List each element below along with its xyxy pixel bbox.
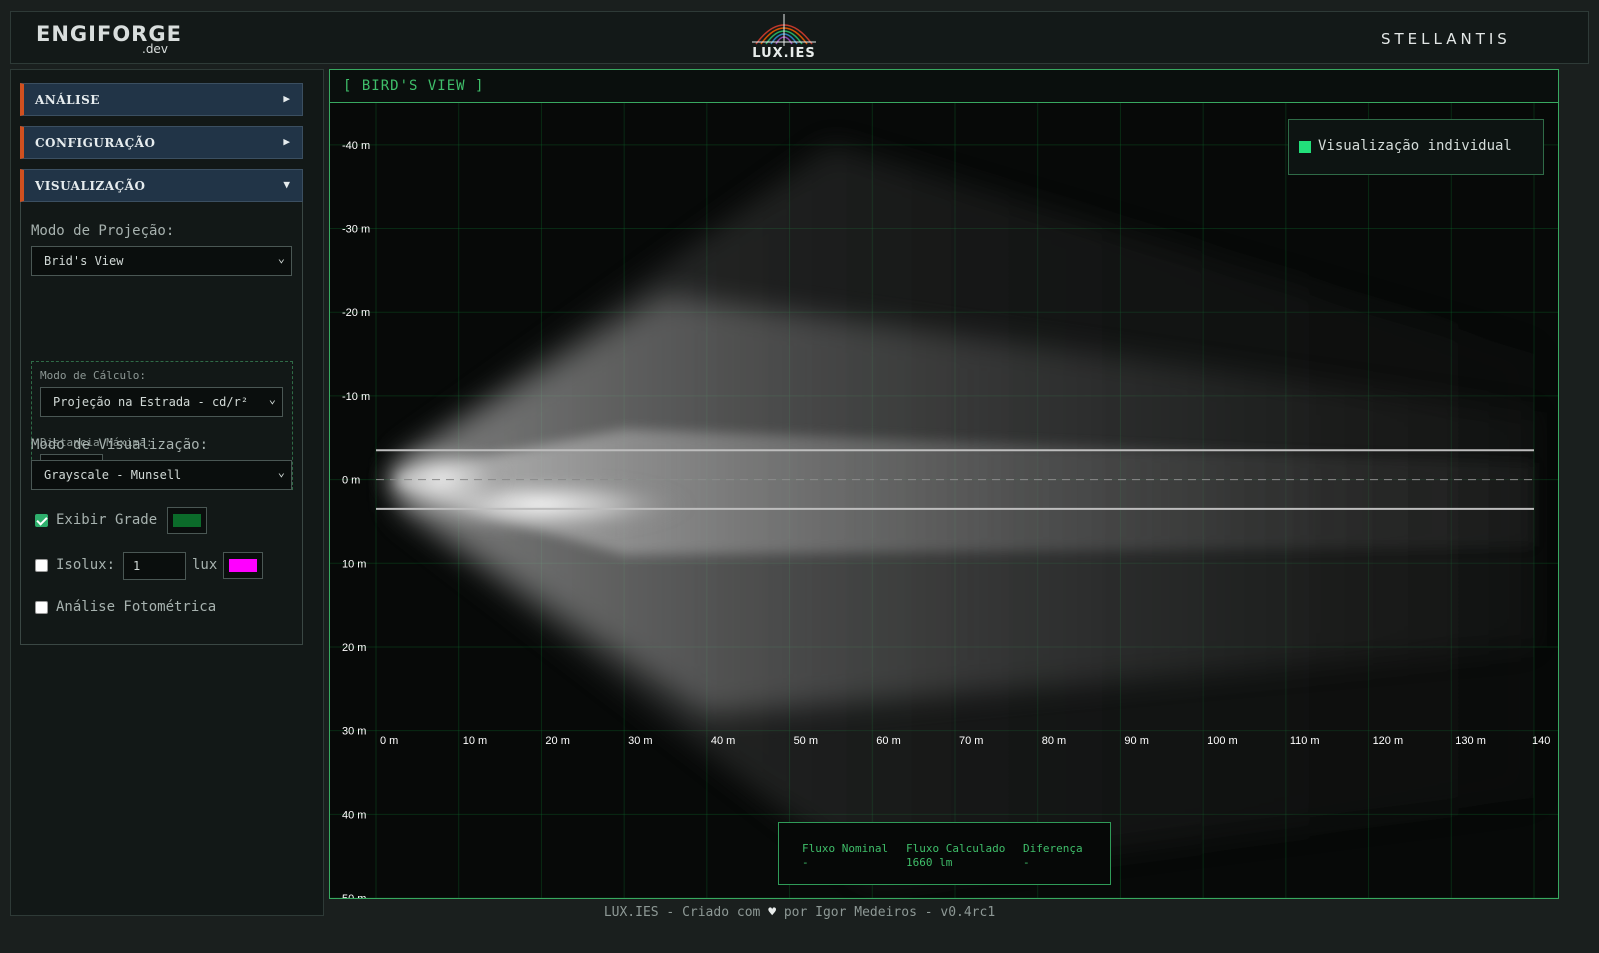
chevron-down-icon: ▼: [283, 178, 290, 191]
projection-mode-value: Brid's View: [44, 254, 124, 268]
photometric-analysis-checkbox[interactable]: [35, 601, 48, 614]
footer: LUX.IES - Criado com ♥ por Igor Medeiros…: [0, 905, 1599, 920]
isolux-color-picker[interactable]: [223, 552, 263, 579]
panel-title: [ BIRD'S VIEW ]: [343, 78, 485, 94]
heart-icon: ♥: [768, 905, 777, 920]
accordion-analise[interactable]: ANÁLISE ▶: [20, 83, 303, 116]
app-header: ENGIFORGE .dev LUX.IES STELLANTIS: [10, 11, 1589, 64]
legend: Visualização individual: [1288, 119, 1544, 175]
stellantis-logo: STELLANTIS: [1381, 30, 1511, 48]
chevron-right-icon: ▶: [283, 135, 290, 148]
panel-title-bar: [ BIRD'S VIEW ]: [330, 70, 1558, 103]
photometric-analysis-label: Análise Fotométrica: [56, 599, 217, 615]
y-tick-label: 10 m: [342, 558, 366, 570]
calc-mode-value: Projeção na Estrada - cd/r²: [53, 395, 249, 409]
birds-view-panel: [ BIRD'S VIEW ] 0 m 10 m 20 m 30 m 40 m …: [329, 69, 1559, 899]
x-tick-label: 20 m: [545, 735, 569, 747]
accordion-visualizacao-label: VISUALIZAÇÃO: [35, 179, 146, 193]
projection-mode-label: Modo de Projeção:: [31, 223, 175, 239]
flux-calculated-label: Fluxo Calculado: [906, 842, 1006, 855]
flux-summary: Fluxo Nominal - Fluxo Calculado 1660 lm …: [778, 822, 1111, 885]
chevron-right-icon: ▶: [283, 92, 290, 105]
accordion-visualizacao[interactable]: VISUALIZAÇÃO ▼: [20, 169, 303, 202]
birds-view-canvas[interactable]: 0 m 10 m 20 m 30 m 40 m 50 m 60 m 70 m 80 m 90 m 1…: [330, 103, 1558, 898]
flux-difference-label: Diferença: [1023, 842, 1083, 855]
y-tick-label: 0 m: [342, 475, 360, 487]
x-tick-label: 50 m: [794, 735, 818, 747]
show-grid-checkbox[interactable]: [35, 514, 48, 527]
x-tick-label: 120 m: [1373, 735, 1404, 747]
isolux-value-input[interactable]: 1: [123, 552, 186, 580]
accordion-configuracao[interactable]: CONFIGURAÇÃO ▶: [20, 126, 303, 159]
x-tick-label: 10 m: [463, 735, 487, 747]
sidebar: ANÁLISE ▶ CONFIGURAÇÃO ▶ VISUALIZAÇÃO ▼ …: [10, 69, 324, 916]
vis-mode-label: Modo de Visualização:: [31, 437, 209, 453]
chevron-down-icon: ⌄: [268, 392, 276, 406]
grid-color-picker[interactable]: [167, 507, 207, 534]
grid-color-swatch: [173, 514, 201, 527]
flux-nominal-label: Fluxo Nominal: [802, 842, 889, 855]
x-tick-label: 100 m: [1207, 735, 1238, 747]
isolux-checkbox[interactable]: [35, 559, 48, 572]
y-tick-label: 40 m: [342, 809, 366, 821]
y-tick-label: 30 m: [342, 726, 366, 738]
accordion-analise-label: ANÁLISE: [35, 93, 100, 107]
y-tick-label: -20 m: [342, 307, 370, 319]
isolux-label: Isolux:: [56, 557, 116, 573]
x-tick-label: 90 m: [1124, 735, 1148, 747]
show-grid-label: Exibir Grade: [56, 512, 158, 528]
legend-label: Visualização individual: [1318, 138, 1512, 154]
engiforge-logo-suffix: .dev: [142, 42, 168, 56]
footer-text-start: LUX.IES - Criado com: [603, 905, 761, 920]
luxies-logo-text: LUX.IES: [752, 46, 816, 61]
x-tick-label: 110 m: [1290, 735, 1320, 747]
isolux-color-swatch: [229, 559, 257, 572]
accordion-configuracao-label: CONFIGURAÇÃO: [35, 136, 156, 150]
chevron-down-icon: ⌄: [277, 251, 285, 265]
legend-color-swatch: [1299, 141, 1311, 153]
vis-mode-value: Grayscale - Munsell: [44, 468, 182, 482]
x-tick-label: 70 m: [959, 735, 983, 747]
flux-difference-value: -: [1023, 856, 1030, 869]
x-tick-label: 30 m: [628, 735, 652, 747]
isolux-value: 1: [133, 559, 141, 573]
y-tick-label: 50 m: [342, 893, 366, 898]
y-tick-label: 20 m: [342, 642, 366, 654]
y-tick-label: -10 m: [342, 391, 370, 403]
chevron-down-icon: ⌄: [277, 465, 285, 479]
vis-mode-select[interactable]: Grayscale - Munsell ⌄: [31, 460, 292, 490]
birds-view-chart: 0 m 10 m 20 m 30 m 40 m 50 m 60 m 70 m 80 m 90 m 1…: [330, 103, 1558, 898]
isolux-unit: lux: [192, 557, 218, 573]
x-tick-label: 140: [1532, 735, 1550, 747]
flux-nominal-value: -: [802, 856, 809, 869]
flux-calculated-value: 1660 lm: [906, 856, 953, 869]
calc-mode-select[interactable]: Projeção na Estrada - cd/r² ⌄: [40, 387, 283, 417]
x-tick-label: 40 m: [711, 735, 735, 747]
x-tick-label: 60 m: [876, 735, 900, 747]
calc-mode-label: Modo de Cálculo:: [40, 369, 146, 382]
x-tick-label: 0 m: [380, 735, 398, 747]
x-tick-label: 80 m: [1042, 735, 1066, 747]
footer-text-end: por Igor Medeiros - v0.4rc1: [783, 905, 996, 920]
luxies-logo-icon: [752, 14, 816, 46]
x-tick-label: 130 m: [1455, 735, 1486, 747]
luxies-logo: LUX.IES: [744, 12, 824, 64]
y-tick-label: -40 m: [342, 140, 370, 152]
y-tick-label: -30 m: [342, 224, 370, 236]
projection-mode-select[interactable]: Brid's View ⌄: [31, 246, 292, 276]
